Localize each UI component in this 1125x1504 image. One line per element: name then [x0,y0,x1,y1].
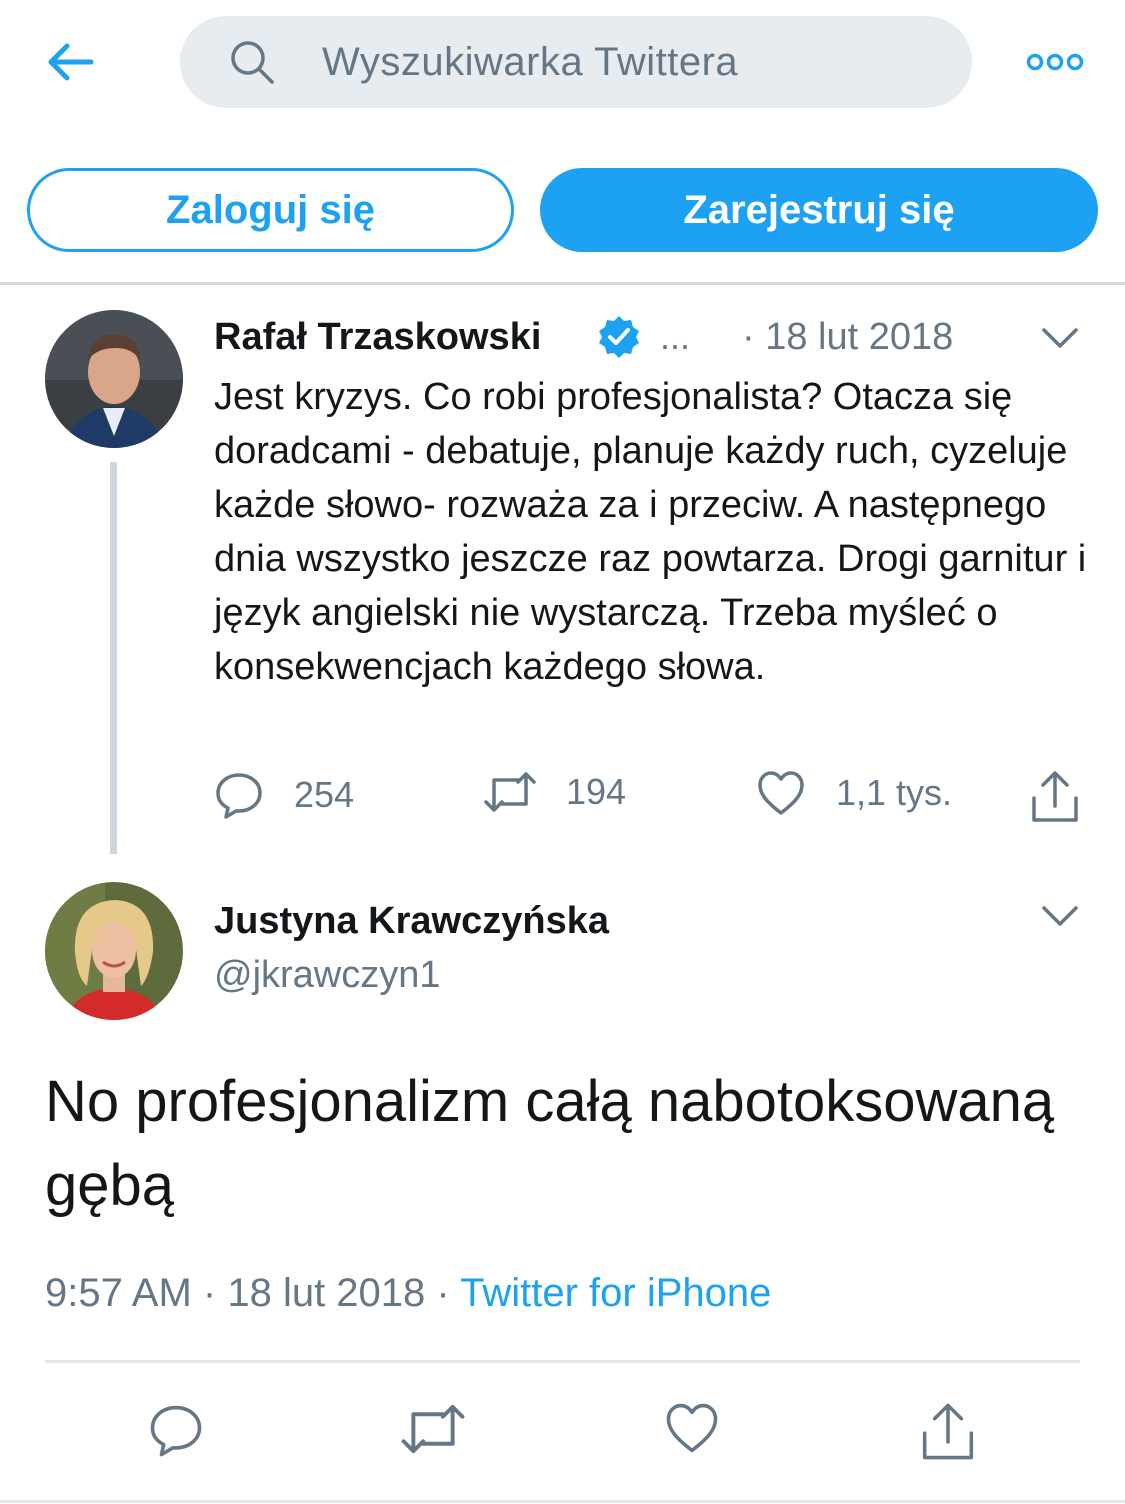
like-count: 1,1 tys. [836,772,953,813]
retweet-button[interactable] [400,1402,466,1456]
reply-icon [216,773,262,819]
chevron-down-icon[interactable] [1040,324,1080,352]
like-icon [666,1403,718,1453]
divider [45,1360,1080,1363]
retweet-count: 194 [566,771,627,812]
signup-button[interactable]: Zarejestruj się [540,168,1098,252]
more-button[interactable] [1020,40,1090,84]
search-icon [231,41,274,84]
more-icon [1026,53,1084,71]
reply-button[interactable]: 254 [214,770,354,820]
chevron-down-icon[interactable] [1040,902,1080,930]
share-button[interactable] [920,1402,976,1462]
tweet-date[interactable]: · 18 lut 2018 [742,312,953,362]
tweet-source-link[interactable]: Twitter for iPhone [460,1271,771,1315]
tweet-text: Jest kryzys. Co robi profesjonalista? Ot… [214,376,1087,688]
divider [0,282,1125,285]
author-handle[interactable]: @jkrawczyn1 [214,950,441,1000]
author-name[interactable]: Rafał Trzaskowski [214,312,541,362]
search-input[interactable]: Wyszukiwarka Twittera [180,16,972,108]
share-icon [1032,771,1078,822]
share-button[interactable] [1030,770,1080,824]
reply-button[interactable] [148,1402,204,1458]
tweet-actions: 254 194 1,1 tys. [0,770,1125,834]
avatar[interactable] [45,882,183,1020]
like-icon [758,771,804,815]
verified-badge-icon [599,316,639,358]
retweet-icon [484,772,536,812]
avatar[interactable] [45,310,183,448]
reply-icon [150,1405,202,1457]
like-button[interactable]: 1,1 tys. [756,770,952,816]
search-placeholder: Wyszukiwarka Twittera [322,40,739,84]
separator: · [436,1271,450,1315]
tweet-date[interactable]: 18 lut 2018 [227,1271,425,1315]
reply-count: 254 [294,774,355,815]
divider [0,1500,1125,1503]
share-icon [922,1403,974,1460]
retweet-icon [401,1404,465,1454]
top-bar: Wyszukiwarka Twittera [0,0,1125,125]
author-name[interactable]: Justyna Krawczyńska [214,896,609,946]
back-arrow-icon [48,43,94,81]
separator: · [202,1271,217,1315]
tweet-actions [0,1402,1125,1466]
truncated-handle: ... [660,316,691,357]
like-button[interactable] [664,1402,720,1454]
tweet-meta: 9:57 AM · 18 lut 2018 · Twitter for iPho… [45,1268,771,1318]
retweet-button[interactable]: 194 [484,770,626,814]
login-button[interactable]: Zaloguj się [27,168,514,252]
tweet-text: No profesjonalizm całą nabotoksowaną gęb… [45,1069,1055,1218]
tweet-time[interactable]: 9:57 AM [45,1271,192,1315]
back-button[interactable] [40,32,100,92]
